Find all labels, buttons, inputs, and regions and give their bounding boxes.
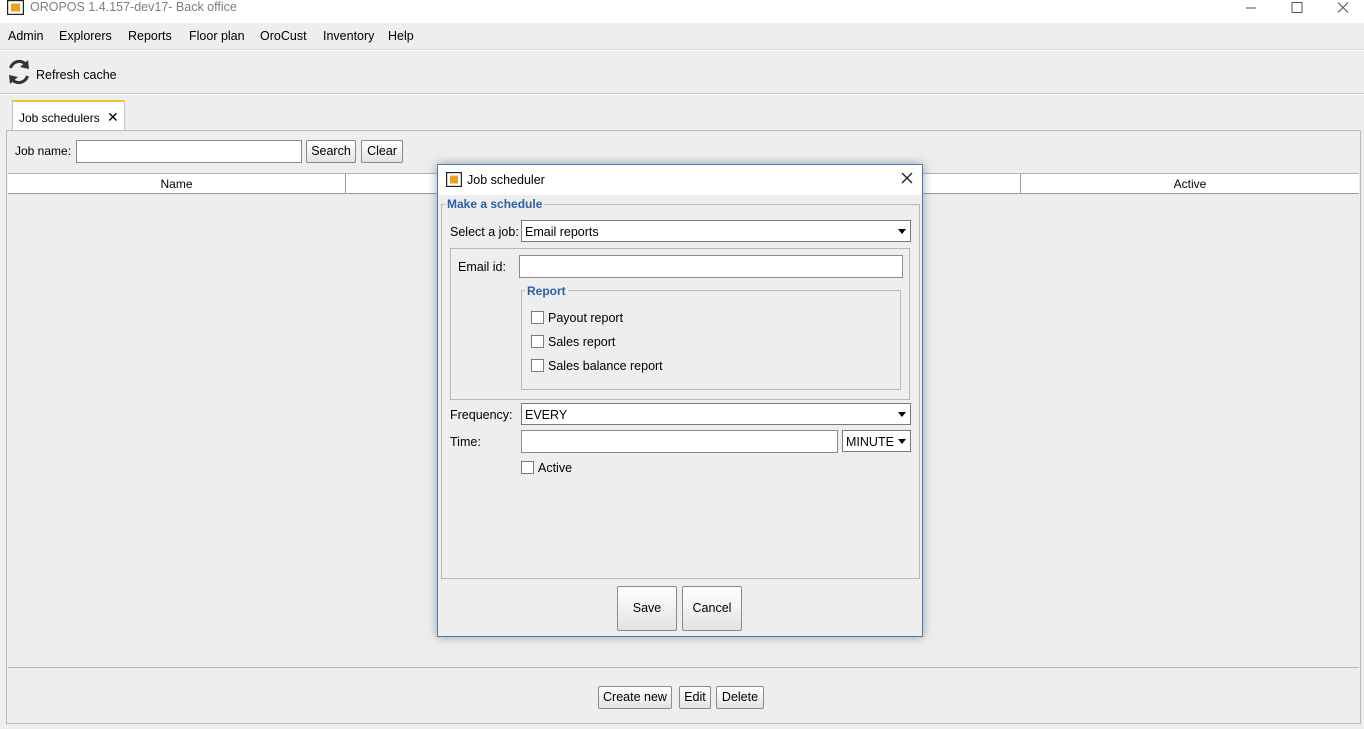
email-id-input[interactable]: [519, 255, 903, 278]
report-group-title: Report: [525, 284, 568, 298]
select-job-value: Email reports: [525, 225, 599, 239]
time-input[interactable]: [521, 430, 838, 453]
select-job-combo[interactable]: Email reports: [521, 220, 911, 242]
maximize-icon: [1291, 2, 1303, 13]
close-window-button[interactable]: [1320, 0, 1364, 16]
sales-balance-report-checkbox[interactable]: [531, 359, 544, 372]
maximize-button[interactable]: [1274, 0, 1320, 16]
email-id-label: Email id:: [458, 260, 506, 274]
title-bar: OROPOS 1.4.157-dev17- Back office: [0, 0, 1364, 23]
make-schedule-title: Make a schedule: [445, 197, 545, 211]
app-logo-icon: [7, 0, 24, 15]
refresh-cache-button[interactable]: Refresh cache: [6, 56, 122, 88]
menu-floor-plan[interactable]: Floor plan: [189, 29, 245, 43]
clear-button[interactable]: Clear: [361, 140, 403, 163]
app-logo-icon: [446, 172, 462, 187]
active-checkbox[interactable]: [521, 461, 534, 474]
menu-explorers[interactable]: Explorers: [59, 29, 112, 43]
edit-button[interactable]: Edit: [679, 686, 711, 709]
refresh-icon: [9, 59, 29, 85]
menu-bar: Admin Explorers Reports Floor plan OroCu…: [0, 23, 1364, 50]
frequency-label: Frequency:: [450, 408, 513, 422]
chevron-down-icon: [898, 412, 906, 417]
cancel-button[interactable]: Cancel: [682, 586, 742, 631]
tab-close-icon[interactable]: ✕: [107, 109, 119, 126]
job-scheduler-dialog: Job scheduler Make a schedule Select a j…: [437, 164, 923, 637]
payout-report-label[interactable]: Payout report: [548, 311, 623, 325]
tab-label: Job schedulers: [19, 111, 100, 125]
tab-job-schedulers[interactable]: Job schedulers ✕: [12, 100, 125, 131]
time-label: Time:: [450, 435, 481, 449]
job-name-input[interactable]: [76, 140, 302, 163]
search-button[interactable]: Search: [306, 140, 356, 163]
sales-report-label[interactable]: Sales report: [548, 335, 615, 349]
menu-admin[interactable]: Admin: [8, 29, 43, 43]
create-new-button[interactable]: Create new: [598, 686, 672, 709]
column-header-active[interactable]: Active: [1021, 174, 1359, 194]
window-title: OROPOS 1.4.157-dev17- Back office: [30, 0, 237, 14]
job-name-label: Job name:: [15, 144, 72, 158]
sales-report-checkbox[interactable]: [531, 335, 544, 348]
time-unit-combo[interactable]: MINUTE: [842, 430, 911, 452]
close-icon[interactable]: [900, 171, 914, 185]
close-icon: [1337, 2, 1349, 13]
minimize-button[interactable]: [1228, 0, 1274, 16]
menu-help[interactable]: Help: [388, 29, 414, 43]
minimize-icon: [1246, 7, 1256, 9]
sales-balance-report-label[interactable]: Sales balance report: [548, 359, 663, 373]
dialog-title-bar[interactable]: Job scheduler: [438, 165, 922, 195]
chevron-down-icon: [898, 229, 906, 234]
active-label[interactable]: Active: [538, 461, 572, 475]
menu-reports[interactable]: Reports: [128, 29, 172, 43]
chevron-down-icon: [898, 439, 906, 444]
column-header-name[interactable]: Name: [8, 174, 346, 194]
time-unit-value: MINUTE: [846, 435, 894, 449]
save-button[interactable]: Save: [617, 586, 677, 631]
payout-report-checkbox[interactable]: [531, 311, 544, 324]
frequency-combo[interactable]: EVERY: [521, 403, 911, 425]
refresh-cache-label: Refresh cache: [36, 68, 117, 82]
menu-inventory[interactable]: Inventory: [323, 29, 374, 43]
frequency-value: EVERY: [525, 408, 568, 422]
select-job-label: Select a job:: [450, 225, 519, 239]
toolbar: Refresh cache: [0, 51, 1364, 94]
menu-orocust[interactable]: OroCust: [260, 29, 307, 43]
dialog-title: Job scheduler: [467, 173, 545, 187]
delete-button[interactable]: Delete: [716, 686, 764, 709]
